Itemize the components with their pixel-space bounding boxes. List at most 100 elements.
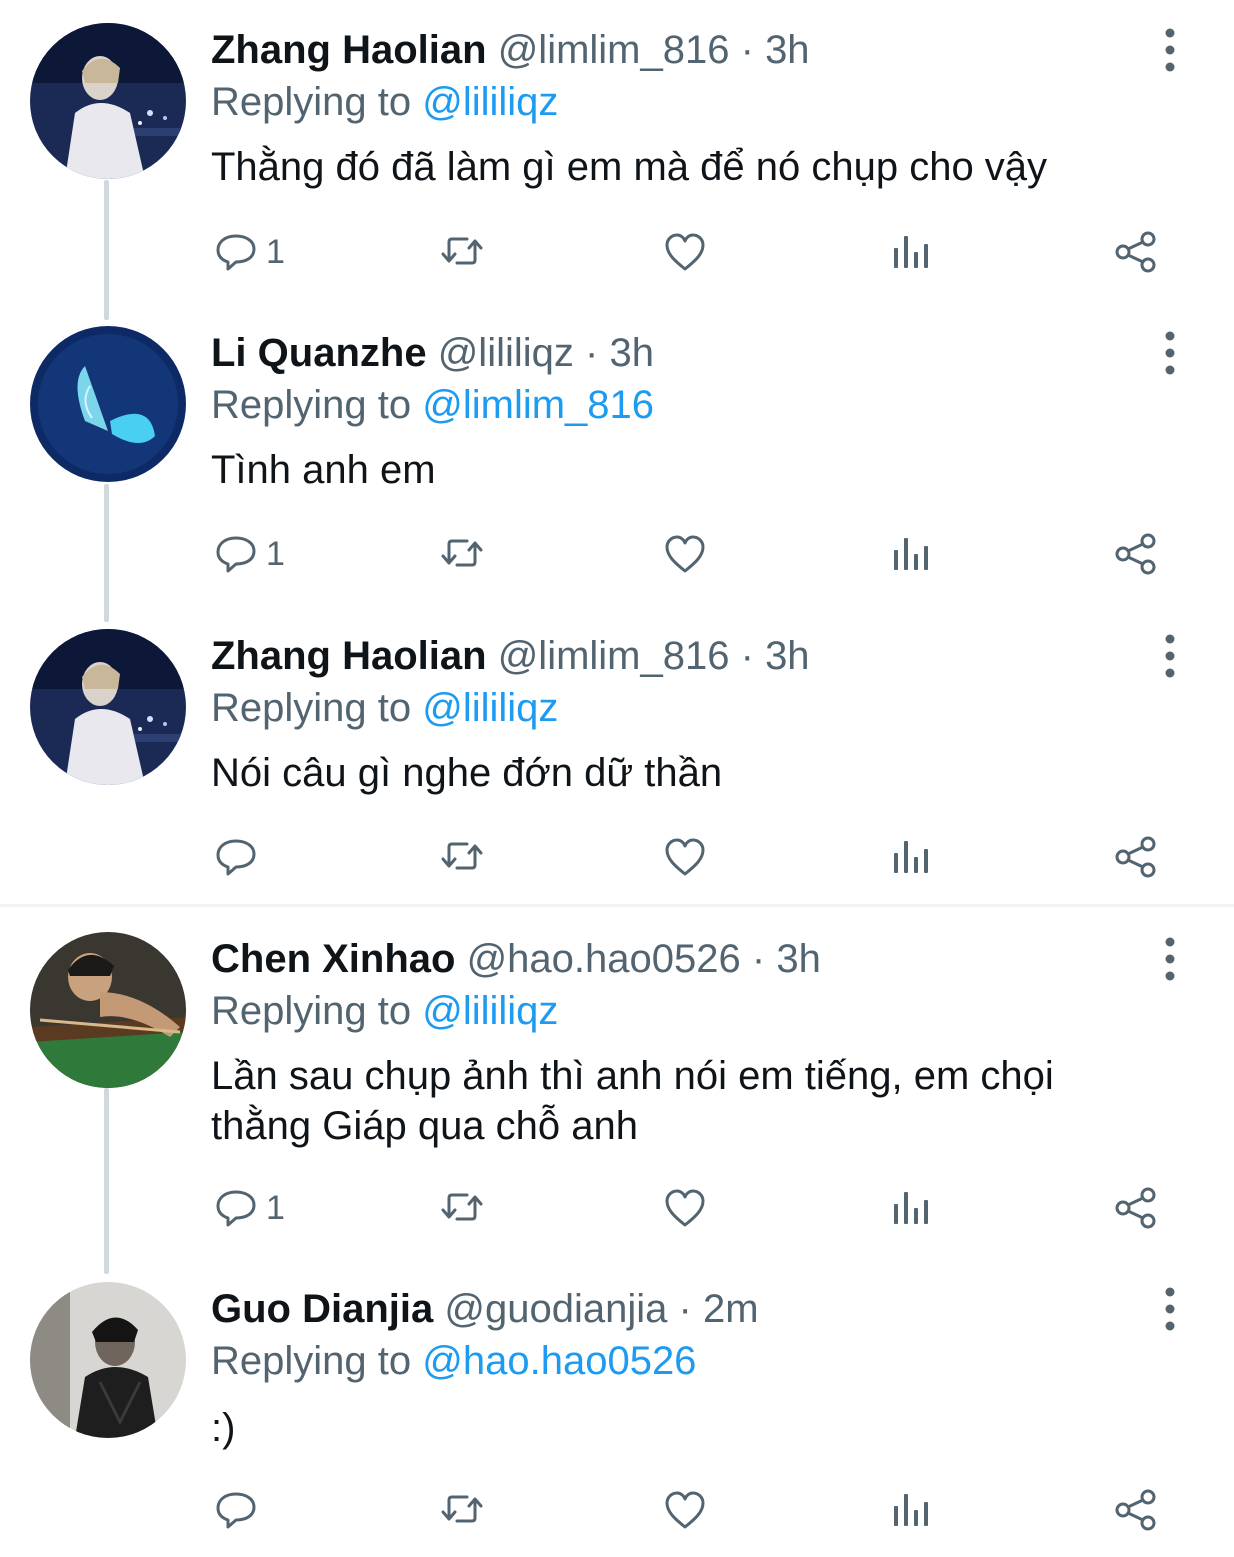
tweet-header: Chen Xinhao @hao.hao0526 · 3h [211, 934, 821, 984]
user-handle[interactable]: @lililiqz [438, 331, 574, 375]
more-options-button[interactable] [1152, 25, 1188, 75]
tweet-text: :) [211, 1406, 236, 1450]
user-handle[interactable]: @limlim_816 [498, 634, 730, 678]
more-options-button[interactable] [1152, 1284, 1188, 1334]
mention-link[interactable]: @limlim_816 [422, 383, 654, 427]
like-button[interactable] [663, 827, 707, 887]
avatar[interactable] [30, 326, 186, 482]
more-options-button[interactable] [1152, 328, 1188, 378]
tweet[interactable]: Zhang Haolian @limlim_816 · 3h Replying … [0, 0, 1234, 300]
tweet-text-line: Lần sau chụp ảnh thì anh nói em tiếng, e… [211, 1054, 1054, 1098]
tweet-text: Lần sau chụp ảnh thì anh nói em tiếng, e… [211, 1051, 1131, 1151]
analytics-button[interactable] [890, 1480, 932, 1540]
like-button[interactable] [663, 1178, 707, 1238]
reply-count: 1 [266, 534, 285, 573]
avatar[interactable] [30, 629, 186, 785]
more-options-button[interactable] [1152, 934, 1188, 984]
avatar[interactable] [30, 23, 186, 179]
replying-prefix: Replying to [211, 383, 412, 427]
timestamp[interactable]: 3h [765, 28, 810, 72]
reply-button[interactable]: 1 [214, 222, 285, 282]
display-name[interactable]: Guo Dianjia [211, 1287, 433, 1331]
share-icon [1115, 1187, 1156, 1229]
retweet-button[interactable] [438, 524, 486, 584]
timestamp[interactable]: 3h [765, 634, 810, 678]
reply-button[interactable]: 1 [214, 524, 285, 584]
more-vertical-icon [1165, 634, 1175, 678]
analytics-button[interactable] [890, 524, 932, 584]
reply-count: 1 [266, 1188, 285, 1227]
retweet-icon [441, 1193, 483, 1221]
user-handle[interactable]: @limlim_816 [498, 28, 730, 72]
timestamp[interactable]: 3h [609, 331, 654, 375]
retweet-button[interactable] [438, 827, 486, 887]
share-icon [1115, 533, 1156, 575]
separator: · [740, 634, 754, 678]
share-icon [1115, 1489, 1156, 1531]
more-options-button[interactable] [1152, 631, 1188, 681]
analytics-button[interactable] [890, 222, 932, 282]
timestamp[interactable]: 2m [703, 1287, 759, 1331]
heart-icon [665, 535, 705, 573]
tweet-actions: 1 [0, 222, 1234, 282]
share-button[interactable] [1114, 524, 1158, 584]
replying-prefix: Replying to [211, 686, 412, 730]
tweet-header: Li Quanzhe @lililiqz · 3h [211, 328, 654, 378]
avatar[interactable] [30, 932, 186, 1088]
reply-count: 1 [266, 232, 285, 271]
display-name[interactable]: Li Quanzhe [211, 331, 427, 375]
tweet-header: Guo Dianjia @guodianjia · 2m [211, 1284, 759, 1334]
like-button[interactable] [663, 1480, 707, 1540]
heart-icon [665, 1491, 705, 1529]
analytics-icon [894, 841, 928, 873]
analytics-button[interactable] [890, 827, 932, 887]
timestamp[interactable]: 3h [776, 937, 821, 981]
separator: · [740, 28, 754, 72]
mention-link[interactable]: @lililiqz [422, 80, 558, 124]
display-name[interactable]: Zhang Haolian [211, 634, 487, 678]
like-button[interactable] [663, 524, 707, 584]
display-name[interactable]: Zhang Haolian [211, 28, 487, 72]
reply-button[interactable]: 1 [214, 1178, 285, 1238]
retweet-button[interactable] [438, 222, 486, 282]
avatar[interactable] [30, 1282, 186, 1438]
reply-icon [216, 1190, 256, 1227]
analytics-icon [894, 1192, 928, 1224]
divider [0, 904, 1234, 907]
tweet-text-line: thằng Giáp qua chỗ anh [211, 1104, 639, 1148]
replying-prefix: Replying to [211, 989, 412, 1033]
like-button[interactable] [663, 222, 707, 282]
replying-to: Replying to @hao.hao0526 [211, 1336, 696, 1386]
share-button[interactable] [1114, 1480, 1158, 1540]
tweet-actions [0, 1480, 1234, 1540]
retweet-icon [441, 842, 483, 870]
share-icon [1115, 231, 1156, 273]
night-portrait-avatar [30, 629, 186, 785]
retweet-button[interactable] [438, 1178, 486, 1238]
reply-button[interactable] [214, 1480, 266, 1540]
retweet-button[interactable] [438, 1480, 486, 1540]
replying-to: Replying to @lililiqz [211, 683, 558, 733]
tweet-text: Nói câu gì nghe đớn dữ thần [211, 751, 723, 795]
more-vertical-icon [1165, 331, 1175, 375]
conversation-timeline: Zhang Haolian @limlim_816 · 3h Replying … [0, 0, 1234, 1557]
reply-icon [216, 1492, 256, 1529]
separator: · [678, 1287, 692, 1331]
separator: · [751, 937, 766, 981]
user-handle[interactable]: @guodianjia [444, 1287, 667, 1331]
mention-link[interactable]: @lililiqz [422, 989, 558, 1033]
heart-icon [665, 838, 705, 876]
mention-link[interactable]: @hao.hao0526 [422, 1339, 696, 1383]
share-icon [1115, 836, 1156, 878]
reply-button[interactable] [214, 827, 266, 887]
share-button[interactable] [1114, 222, 1158, 282]
mention-link[interactable]: @lililiqz [422, 686, 558, 730]
display-name[interactable]: Chen Xinhao [211, 937, 455, 981]
more-vertical-icon [1165, 28, 1175, 72]
share-button[interactable] [1114, 1178, 1158, 1238]
analytics-button[interactable] [890, 1178, 932, 1238]
analytics-icon [894, 1494, 928, 1526]
share-button[interactable] [1114, 827, 1158, 887]
user-handle[interactable]: @hao.hao0526 [467, 937, 741, 981]
night-portrait-avatar [30, 23, 186, 179]
